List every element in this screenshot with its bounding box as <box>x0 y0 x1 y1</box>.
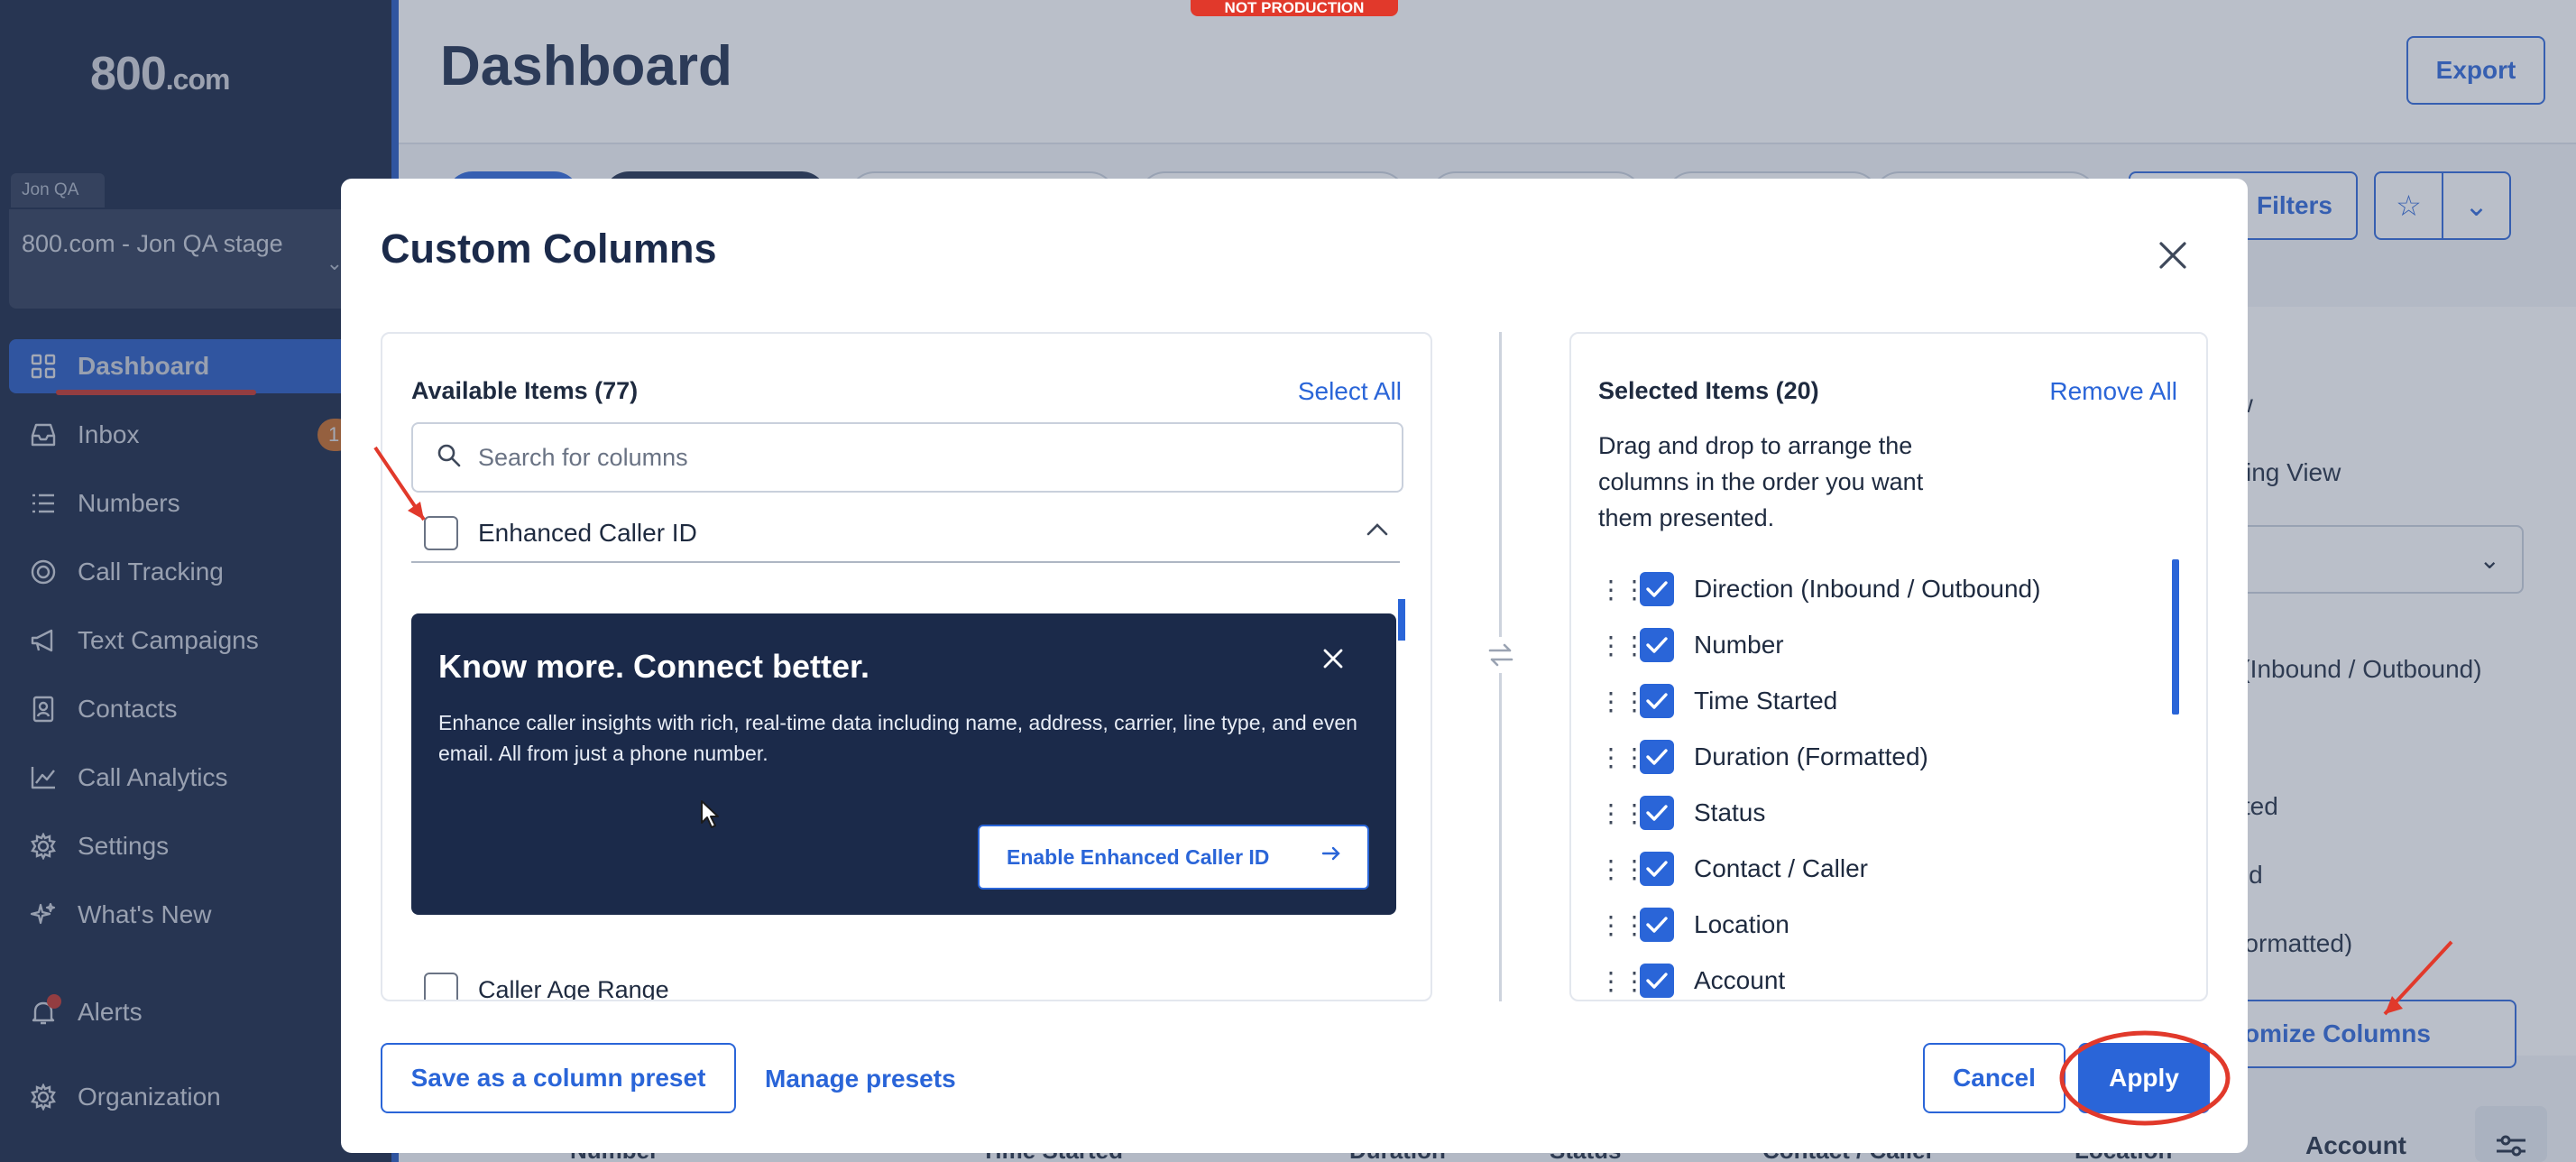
drag-handle-icon[interactable]: ⋮⋮ <box>1598 742 1647 772</box>
selected-item[interactable]: ⋮⋮ Number <box>1598 617 2157 673</box>
column-label: Duration (Formatted) <box>1694 742 1928 770</box>
selected-item[interactable]: ⋮⋮ Direction (Inbound / Outbound) <box>1598 561 2157 617</box>
mouse-cursor-icon <box>700 799 723 835</box>
manage-presets-link[interactable]: Manage presets <box>765 1065 956 1093</box>
available-items-heading: Available Items (77) <box>411 377 639 404</box>
column-checkbox[interactable] <box>1640 908 1674 942</box>
close-icon[interactable] <box>2150 233 2195 278</box>
column-label: Direction (Inbound / Outbound) <box>1694 575 2041 603</box>
drag-handle-icon[interactable]: ⋮⋮ <box>1598 575 1647 604</box>
column-label: Location <box>1694 910 1789 938</box>
column-label: Status <box>1694 798 1766 826</box>
modal-backdrop-sidebar <box>0 0 399 1162</box>
list-scrollbar[interactable] <box>1398 599 1405 641</box>
selected-item[interactable]: ⋮⋮ Status <box>1598 785 2157 841</box>
cancel-button[interactable]: Cancel <box>1923 1043 2065 1113</box>
column-group-label: Enhanced Caller ID <box>478 519 697 547</box>
column-item[interactable]: Caller Age Range <box>411 973 669 1001</box>
column-checkbox[interactable] <box>1640 852 1674 886</box>
select-all-link[interactable]: Select All <box>1298 377 1402 406</box>
swap-arrows-icon <box>1481 637 1521 673</box>
column-label: Number <box>1694 631 1784 659</box>
column-checkbox[interactable] <box>1640 796 1674 830</box>
selected-item[interactable]: ⋮⋮ Contact / Caller <box>1598 841 2157 897</box>
selected-item[interactable]: ⋮⋮ Time Started <box>1598 673 2157 729</box>
column-group-enhanced-caller-id[interactable]: Enhanced Caller ID <box>411 505 1400 563</box>
column-label: Time Started <box>1694 687 1838 715</box>
drag-handle-icon[interactable]: ⋮⋮ <box>1598 854 1647 884</box>
column-label: Account <box>1694 966 1786 994</box>
column-checkbox[interactable] <box>1640 684 1674 718</box>
selected-items-panel: Selected Items (20) Remove All Drag and … <box>1569 332 2208 1001</box>
selected-item[interactable]: ⋮⋮ Account <box>1598 953 2157 1000</box>
save-column-preset-button[interactable]: Save as a column preset <box>381 1043 736 1113</box>
column-label: Contact / Caller <box>1694 854 1868 882</box>
column-checkbox[interactable] <box>1640 572 1674 606</box>
chevron-up-icon[interactable] <box>1364 516 1391 548</box>
enable-enhanced-caller-id-button[interactable]: Enable Enhanced Caller ID <box>978 825 1369 890</box>
drag-handle-icon[interactable]: ⋮⋮ <box>1598 910 1647 940</box>
environment-banner: NOT PRODUCTION <box>1191 0 1398 16</box>
arrow-right-icon <box>1320 843 1342 871</box>
promo-body: Enhance caller insights with rich, real-… <box>438 711 1357 765</box>
selected-list-scrollbar[interactable] <box>2172 559 2179 715</box>
apply-button[interactable]: Apply <box>2078 1043 2210 1113</box>
drag-handle-icon[interactable]: ⋮⋮ <box>1598 631 1647 660</box>
search-icon <box>437 443 462 473</box>
enhanced-caller-id-promo: Know more. Connect better. Enhance calle… <box>411 613 1396 915</box>
close-icon[interactable] <box>1313 639 1353 678</box>
column-search[interactable] <box>411 422 1403 493</box>
drag-help-text: Drag and drop to arrange the columns in … <box>1598 432 1924 531</box>
drag-handle-icon[interactable]: ⋮⋮ <box>1598 966 1647 996</box>
selected-item[interactable]: ⋮⋮ Duration (Formatted) <box>1598 729 2157 785</box>
custom-columns-modal: Custom Columns Available Items (77) Sele… <box>341 179 2248 1153</box>
button-label: Enable Enhanced Caller ID <box>1007 844 1270 869</box>
column-checkbox[interactable] <box>1640 964 1674 998</box>
modal-title: Custom Columns <box>381 226 717 272</box>
enhanced-caller-id-checkbox[interactable] <box>424 516 458 550</box>
column-checkbox[interactable] <box>1640 740 1674 774</box>
remove-all-link[interactable]: Remove All <box>2049 377 2177 406</box>
column-checkbox[interactable] <box>1640 628 1674 662</box>
selected-items-heading: Selected Items (20) <box>1598 377 1819 404</box>
drag-handle-icon[interactable]: ⋮⋮ <box>1598 798 1647 828</box>
column-checkbox[interactable] <box>424 973 458 1000</box>
column-label: Caller Age Range <box>478 976 669 1001</box>
selected-item[interactable]: ⋮⋮ Location <box>1598 897 2157 953</box>
available-items-panel: Available Items (77) Select All Enhanced… <box>381 332 1432 1001</box>
search-input[interactable] <box>478 443 1290 472</box>
drag-handle-icon[interactable]: ⋮⋮ <box>1598 687 1647 716</box>
promo-title: Know more. Connect better. <box>438 648 870 685</box>
